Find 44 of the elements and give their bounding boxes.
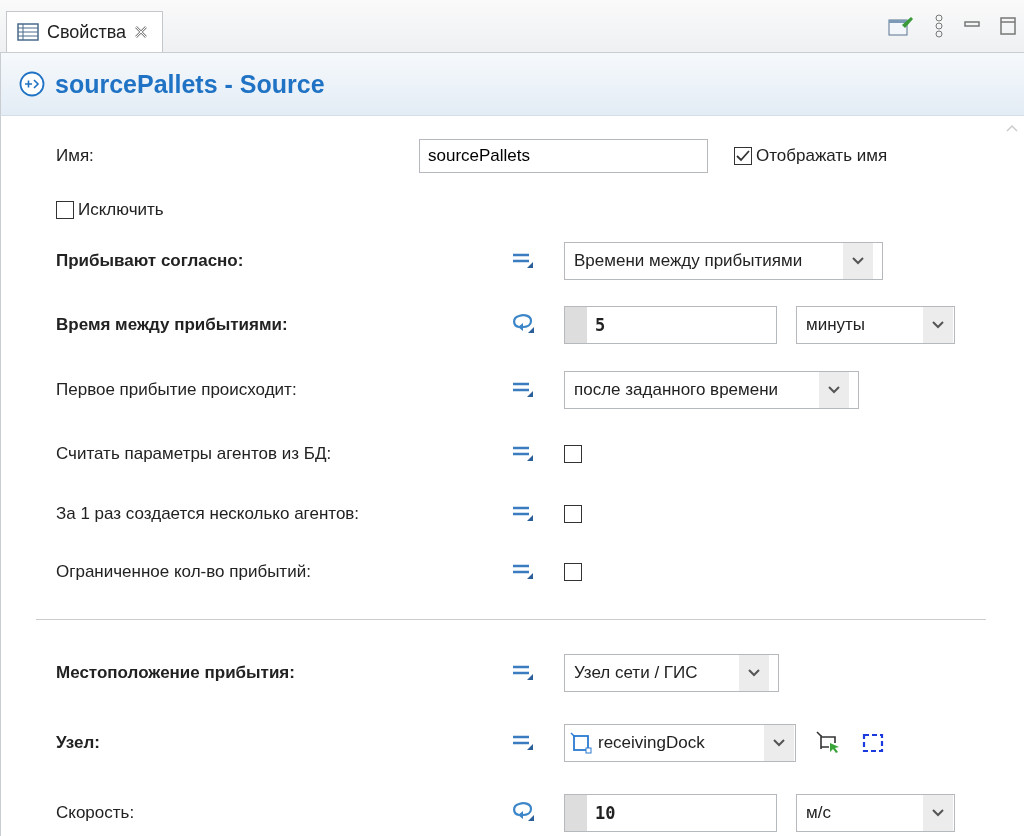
field-label: Имя:	[56, 146, 95, 166]
source-icon	[19, 71, 45, 97]
table-icon	[17, 23, 39, 41]
field-label: Скорость:	[56, 803, 136, 823]
field-label: Первое прибытие происходит:	[56, 379, 298, 400]
unit-dropdown[interactable]: м/с	[796, 794, 955, 832]
exclude-checkbox[interactable]	[56, 201, 74, 219]
maximize-icon[interactable]	[1000, 17, 1016, 35]
chevron-down-icon	[923, 306, 953, 343]
dynamic-value-icon[interactable]	[511, 800, 535, 822]
field-label: Считать параметры агентов из БД:	[56, 443, 333, 464]
checkbox[interactable]	[564, 505, 582, 523]
name-field[interactable]: sourcePallets	[419, 139, 708, 173]
checkbox-label: Отображать имя	[756, 146, 888, 166]
field-label: За 1 раз создается несколько агентов:	[56, 504, 361, 524]
selection-frame-icon[interactable]	[862, 733, 884, 753]
checkbox[interactable]	[564, 563, 582, 581]
field-label: Ограниченное кол-во прибытий:	[56, 562, 312, 582]
close-icon[interactable]	[134, 25, 149, 39]
dropdown[interactable]: Времени между прибытиями	[564, 242, 884, 280]
chevron-down-icon	[738, 655, 769, 691]
field-label: Прибывают согласно:	[56, 251, 245, 271]
field-label: Местоположение прибытия:	[56, 663, 296, 683]
chevron-down-icon	[764, 725, 794, 761]
dynamic-value-icon[interactable]	[511, 311, 535, 334]
chevron-down-icon	[819, 371, 850, 408]
dropdown[interactable]: после заданного времени	[564, 370, 860, 409]
more-icon[interactable]	[934, 14, 944, 38]
number-field[interactable]: 10	[564, 794, 777, 832]
chevron-down-icon	[843, 243, 874, 279]
checkbox-label: Исключить	[78, 200, 164, 220]
pin-editor-icon[interactable]	[888, 15, 914, 37]
node-dropdown[interactable]: receivingDock	[564, 724, 796, 762]
field-label: Узел:	[56, 733, 101, 753]
field-label: Время между прибытиями:	[56, 314, 289, 335]
checkbox[interactable]	[564, 444, 582, 463]
properties-tab[interactable]: Свойства	[6, 11, 164, 52]
number-field[interactable]: 5	[564, 305, 777, 344]
dropdown[interactable]: Узел сети / ГИС	[564, 654, 779, 692]
panel-title: sourcePallets - Source	[55, 69, 325, 99]
node-icon	[570, 732, 592, 754]
show-name-checkbox[interactable]	[734, 147, 752, 165]
unit-dropdown[interactable]: минуты	[796, 305, 955, 344]
chevron-down-icon	[923, 795, 953, 831]
